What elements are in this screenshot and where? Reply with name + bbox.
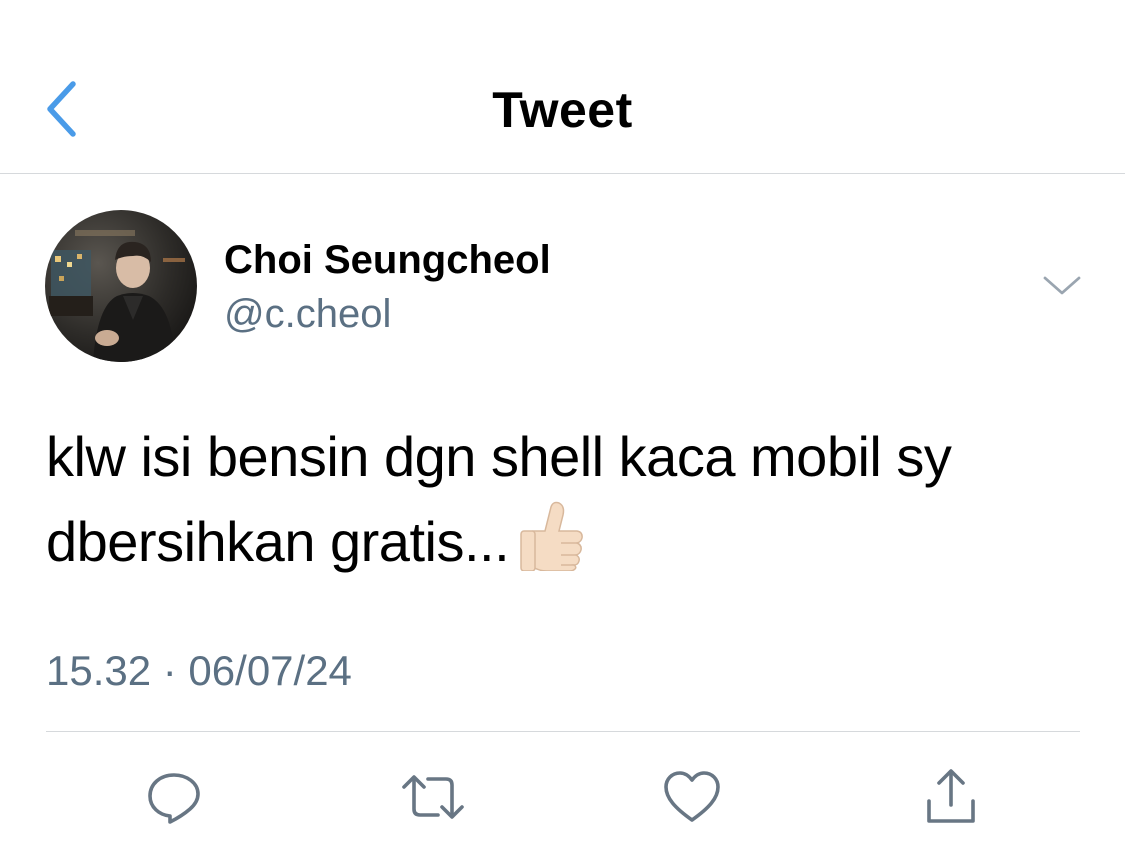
tweet-text-line-2: dbersihkan gratis... [46, 499, 1096, 594]
reply-button[interactable] [139, 762, 209, 832]
share-button[interactable] [916, 762, 986, 832]
profile-photo [45, 210, 197, 362]
tweet-text-line-1: klw isi bensin dgn shell kaca mobil sy [46, 425, 952, 488]
divider [46, 731, 1080, 732]
chevron-down-icon [1043, 276, 1081, 295]
share-icon [927, 769, 975, 823]
top-navigation-bar: Tweet [0, 0, 1125, 174]
author-handle[interactable]: @c.cheol [224, 290, 391, 338]
heart-icon [664, 771, 720, 822]
tweet-timestamp: 15.32 · 06/07/24 [46, 647, 352, 694]
thumbs-up-emoji-icon [519, 501, 585, 594]
author-display-name[interactable]: Choi Seungcheol [224, 236, 551, 284]
tweet-text: klw isi bensin dgn shell kaca mobil sy d… [46, 414, 1096, 594]
tweet-options-button[interactable] [1038, 266, 1086, 306]
tweet-text-line-2-text: dbersihkan gratis... [46, 510, 510, 573]
reply-bubble-icon [148, 773, 200, 824]
page-title: Tweet [492, 82, 633, 138]
like-button[interactable] [657, 762, 727, 832]
retweet-button[interactable] [398, 762, 468, 832]
retweet-icon [402, 775, 464, 819]
avatar[interactable] [45, 210, 197, 362]
